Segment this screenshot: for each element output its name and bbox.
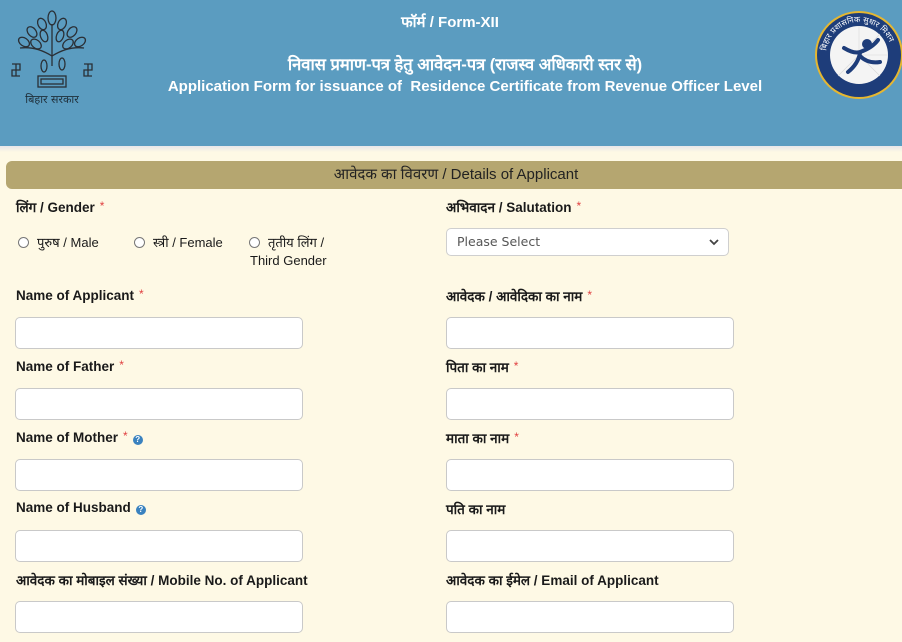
- required-marker: *: [123, 429, 128, 443]
- father-name-hindi-label-text: पिता का नाम: [446, 360, 509, 375]
- help-icon[interactable]: ?: [132, 435, 143, 445]
- father-name-input[interactable]: [15, 388, 303, 420]
- husband-name-label: Name of Husband?: [16, 500, 146, 515]
- bihar-government-caption: बिहार सरकार: [25, 93, 79, 106]
- required-marker: *: [514, 430, 519, 444]
- mother-name-hindi-label: माता का नाम *: [446, 429, 519, 447]
- reform-mission-logo: बिहार प्रशासनिक सुधार मिशन: [810, 6, 902, 102]
- required-marker: *: [119, 358, 124, 372]
- gender-label: लिंग / Gender *: [16, 198, 104, 216]
- form-number: फॉर्म / Form-XII: [401, 14, 499, 31]
- form-title-hindi: निवास प्रमाण-पत्र हेतु आवेदन-पत्र (राजस्…: [287, 56, 643, 74]
- salutation-label: अभिवादन / Salutation *: [446, 198, 581, 216]
- father-name-hindi-label: पिता का नाम *: [446, 358, 518, 376]
- gender-label-text: लिंग / Gender: [16, 200, 95, 215]
- mother-name-input[interactable]: [15, 459, 303, 491]
- applicant-name-hindi-label-text: आवेदक / आवेदिका का नाम: [446, 289, 583, 304]
- husband-name-hindi-input[interactable]: [446, 530, 734, 562]
- gender-option-third-label-line2: Third Gender: [250, 253, 327, 268]
- husband-name-input[interactable]: [15, 530, 303, 562]
- mobile-input[interactable]: [15, 601, 303, 633]
- applicant-name-hindi-input[interactable]: [446, 317, 734, 349]
- mother-name-hindi-input[interactable]: [446, 459, 734, 491]
- gender-radio-third-gender[interactable]: तृतीय लिंग /: [249, 233, 324, 251]
- required-marker: *: [576, 199, 582, 213]
- gender-radio-female[interactable]: स्त्री / Female: [134, 233, 223, 251]
- mobile-label: आवेदक का मोबाइल संख्या / Mobile No. of A…: [16, 571, 308, 589]
- father-name-hindi-input[interactable]: [446, 388, 734, 420]
- applicant-name-input[interactable]: [15, 317, 303, 349]
- husband-name-hindi-label-text: पति का नाम: [446, 502, 506, 517]
- email-label: आवेदक का ईमेल / Email of Applicant: [446, 571, 659, 589]
- husband-name-label-text: Name of Husband: [16, 500, 131, 515]
- father-name-label-text: Name of Father: [16, 359, 115, 374]
- applicant-name-label: Name of Applicant *: [16, 287, 144, 303]
- gender-option-third-label-line1: तृतीय लिंग /: [268, 235, 325, 250]
- required-marker: *: [513, 359, 519, 373]
- applicant-name-hindi-label: आवेदक / आवेदिका का नाम *: [446, 287, 592, 305]
- radio-circle-icon[interactable]: [134, 237, 145, 248]
- page-header: बिहार सरकार फॉर्म / Form-XII निवास प्रमा…: [0, 0, 902, 146]
- salutation-label-text: अभिवादन / Salutation: [446, 200, 572, 215]
- bihar-administrative-reform-mission-logo-icon: बिहार प्रशासनिक सुधार मिशन: [815, 11, 902, 99]
- email-label-text: आवेदक का ईमेल / Email of Applicant: [446, 573, 659, 588]
- father-name-label: Name of Father *: [16, 358, 124, 374]
- header-divider: [0, 146, 902, 152]
- help-icon[interactable]: ?: [135, 505, 146, 515]
- required-marker: *: [587, 288, 593, 302]
- radio-circle-icon[interactable]: [249, 237, 260, 248]
- mother-name-hindi-label-text: माता का नाम: [446, 431, 510, 446]
- required-marker: *: [99, 199, 105, 213]
- form-title-english: Application Form for issuance of Residen…: [167, 78, 763, 95]
- salutation-select[interactable]: Please Select: [446, 228, 729, 256]
- salutation-selected-value: Please Select: [457, 234, 541, 249]
- mobile-label-text: आवेदक का मोबाइल संख्या / Mobile No. of A…: [16, 573, 308, 588]
- bihar-government-logo: बिहार सरकार: [6, 6, 98, 106]
- mother-name-label: Name of Mother *?: [16, 429, 143, 445]
- email-input[interactable]: [446, 601, 734, 633]
- mother-name-label-text: Name of Mother: [16, 430, 119, 445]
- radio-circle-icon[interactable]: [18, 237, 29, 248]
- gender-option-male-label: पुरुष / Male: [37, 235, 99, 250]
- section-title-applicant-details: आवेदक का विवरण / Details of Applicant: [6, 161, 902, 189]
- required-marker: *: [139, 287, 144, 301]
- applicant-name-label-text: Name of Applicant: [16, 288, 135, 303]
- gender-radio-male[interactable]: पुरुष / Male: [18, 233, 99, 251]
- bihar-government-emblem-icon: [11, 10, 93, 88]
- chevron-down-icon: [709, 239, 719, 246]
- gender-option-female-label: स्त्री / Female: [153, 235, 223, 250]
- husband-name-hindi-label: पति का नाम: [446, 500, 505, 518]
